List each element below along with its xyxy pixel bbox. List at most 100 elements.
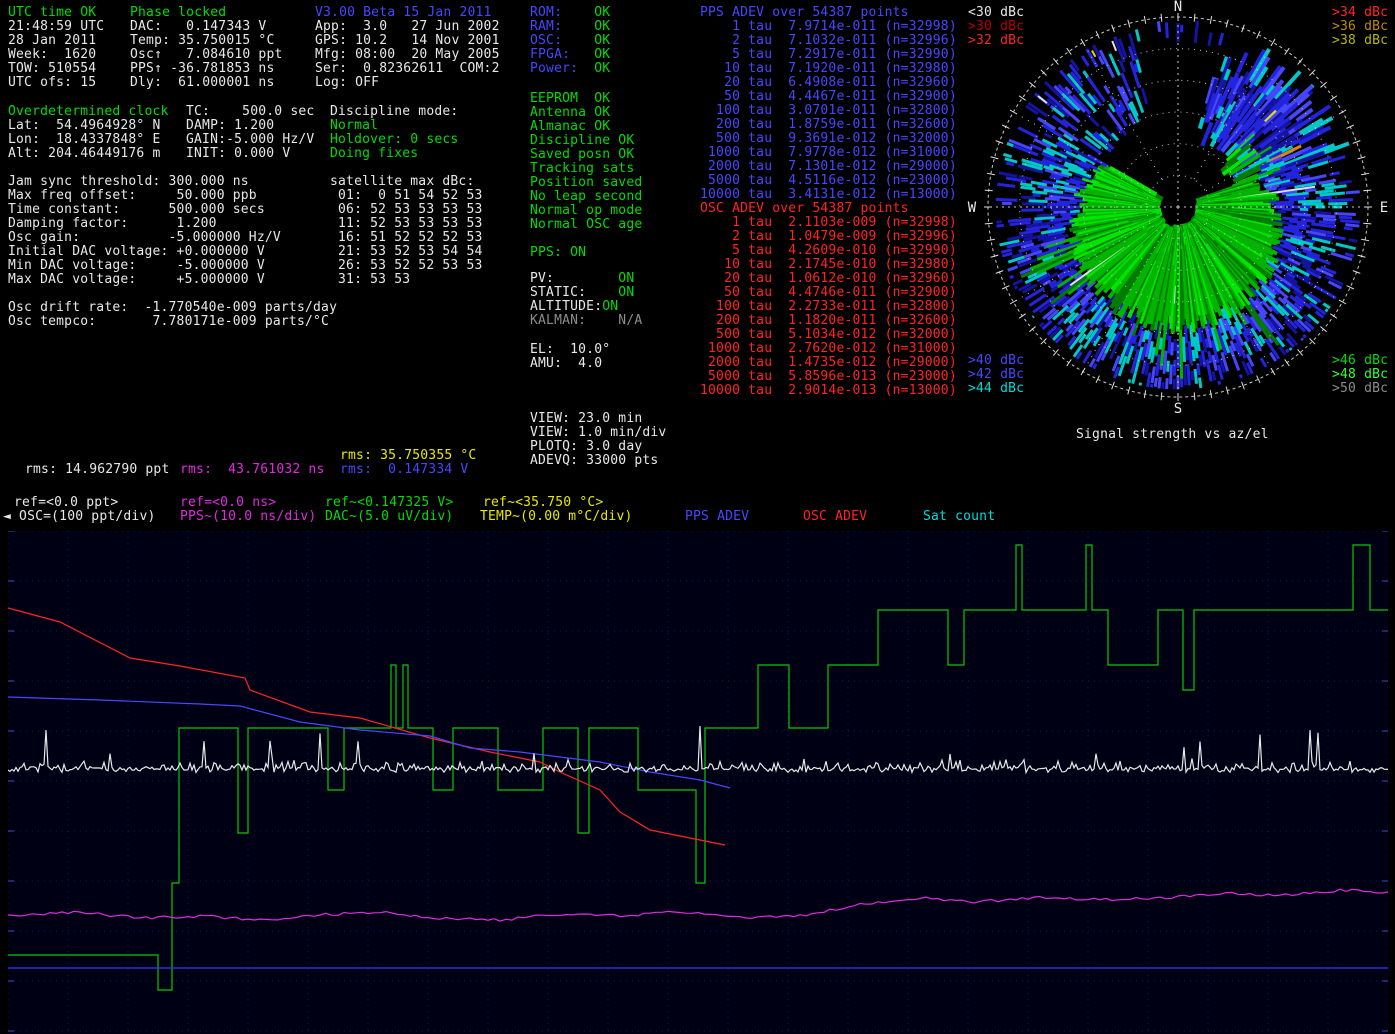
clock-position: Overdetermined clockLat: 54.4964928° NLo…: [8, 105, 169, 161]
pps-adev-table-text: 10000 tau 3.4131e-012 (n=13000): [700, 187, 957, 202]
polar-mark: [1187, 347, 1188, 360]
polar-mark: [1019, 96, 1026, 101]
oscillator-params-text: Initial DAC voltage: +0.000000 V: [8, 244, 265, 259]
polar-mark: [1140, 383, 1141, 386]
ref-temp-text: ref~<35.750 °C>: [483, 495, 603, 510]
osc-adev-table-text: 1 tau 2.1103e-009 (n=32998): [700, 215, 957, 230]
osc-adev-table-text: 5 tau 4.2609e-010 (n=32990): [700, 243, 957, 258]
polar-mark: [1195, 369, 1197, 384]
osc-adev-table-text: 2000 tau 1.4735e-012 (n=29000): [700, 355, 957, 370]
oscillator-params-text: Min DAC voltage: -5.000000 V: [8, 258, 265, 273]
utc-status-text: UTC ofs: 15: [8, 75, 96, 90]
ref-osc: ref=<0.0 ppt>: [14, 496, 118, 510]
polar-mark: [1320, 193, 1345, 195]
pps-status: PPS: ON: [530, 246, 586, 260]
utc-status-text: 28 Jan 2011: [8, 33, 96, 48]
polar-mark: [1133, 372, 1136, 383]
polar-mark: [987, 173, 995, 174]
oscillator-params: Jam sync threshold: 300.000 nsMax freq o…: [8, 175, 281, 287]
osc-adev-table-text: 2 tau 1.0479e-009 (n=32996): [700, 229, 957, 244]
polar-mark: [1087, 114, 1099, 126]
polar-mark: [1347, 286, 1354, 289]
polar-mark: [1161, 392, 1162, 400]
polar-mark: [1210, 16, 1211, 24]
polar-mark: [1029, 201, 1048, 202]
oscillator-status-text: DAC: 0.147343 V: [130, 19, 266, 34]
polar-mark: [1206, 339, 1208, 348]
satellite-max-dbc-text: 26: 53 52 52 53 53: [330, 258, 483, 273]
polar-mark: [1345, 225, 1359, 226]
self-test-status-text: ROM:: [530, 5, 594, 20]
polar-mark: [1298, 201, 1321, 202]
loop-constants-text: TC: 500.0 sec: [186, 104, 314, 119]
self-test-status: ROM: OKRAM: OKOSC: OKFPGA: OKPower: OK: [530, 6, 610, 76]
polar-mark: [1188, 364, 1189, 385]
polar-mark: [1058, 318, 1064, 324]
polar-mark: [1169, 336, 1170, 354]
satellite-max-dbc-text: 06: 52 53 53 53 53: [330, 202, 483, 217]
pps-adev-table-text: 5000 tau 4.5116e-012 (n=23000): [700, 173, 957, 188]
rms-pps-text: rms: 43.761032 ns: [180, 462, 324, 477]
polar-mark: [1067, 359, 1072, 366]
osc-adev-table-text: 5000 tau 5.8596e-013 (n=23000): [700, 369, 957, 384]
polar-mark: [1219, 381, 1220, 385]
receiver-modes-text: ON: [618, 271, 634, 286]
plot-history-chart[interactable]: [8, 531, 1388, 1034]
satellite-max-dbc-text: satellite max dBc:: [330, 174, 474, 189]
polar-mark: [997, 184, 1015, 186]
polar-mark: [985, 190, 993, 191]
polar-mark: [1345, 254, 1354, 256]
ref-dac: ref~<0.147325 V>: [325, 496, 453, 510]
polar-mark: [1021, 197, 1035, 198]
receiver-health-text: Tracking sats: [530, 161, 634, 176]
osc-adev-table-text: 100 tau 2.2733e-011 (n=32800): [700, 299, 957, 314]
dbc-legend-top-left: <30 dBc>30 dBc>32 dBc: [968, 6, 1024, 48]
polar-mark: [1007, 143, 1013, 145]
polar-mark: [1213, 371, 1215, 380]
polar-mark: [1185, 326, 1186, 344]
pps-adev-table-text: 10 tau 7.1920e-011 (n=32980): [700, 61, 957, 76]
satellite-max-dbc-text: 31: 53 53: [330, 272, 410, 287]
polar-mark: [1361, 239, 1369, 240]
polar-mark: [1163, 382, 1164, 389]
polar-mark: [1330, 173, 1340, 175]
version-info-text: Log: OFF: [315, 75, 379, 90]
polar-mark: [1045, 134, 1052, 138]
polar-mark: [1282, 218, 1297, 220]
polar-mark: [1053, 58, 1058, 64]
scale-dac-text: DAC~(5.0 uV/div): [325, 509, 453, 524]
polar-mark: [1298, 58, 1303, 64]
polar-mark: [1330, 314, 1337, 319]
receiver-health-text: EEPROM OK: [530, 91, 610, 106]
compass-label-e: E: [1380, 200, 1388, 216]
scale-osc-text: ◄ OSC=(100 ppt/div): [3, 509, 156, 524]
polar-mark: [1316, 216, 1336, 217]
compass-label-s: S: [1174, 401, 1182, 417]
osc-adev-table-text: 200 tau 1.1820e-011 (n=32600): [700, 313, 957, 328]
osc-adev-table: OSC ADEV over 54387 points 1 tau 2.1103e…: [700, 202, 957, 398]
polar-mark: [1081, 368, 1085, 375]
polar-mark: [1301, 338, 1302, 339]
polar-mark: [1096, 31, 1099, 38]
polar-mark: [1148, 372, 1150, 386]
polar-mark: [997, 225, 1004, 226]
pps-adev-table-text: 50 tau 4.4467e-011 (n=32900): [700, 89, 957, 104]
oscillator-status-text: Temp: 35.750015 °C: [130, 33, 274, 48]
polar-mark: [1033, 221, 1042, 222]
polar-mark: [1339, 110, 1346, 114]
self-test-status-text: RAM:: [530, 19, 594, 34]
scale-temp: TEMP~(0.00 m°C/div): [480, 510, 633, 524]
drift-tempco-text: Osc drift rate: -1.770540e-009 parts/day: [8, 300, 337, 315]
dbc-legend-top-right-text: >34 dBc: [1332, 5, 1388, 20]
polar-mark: [1185, 365, 1186, 385]
view-settings-text: ADEVQ: 33000 pts: [530, 453, 658, 468]
osc-adev-table-text: 50 tau 4.4746e-011 (n=32900): [700, 285, 957, 300]
polar-mark: [1193, 350, 1194, 361]
discipline-mode-text: Discipline mode:: [330, 104, 458, 119]
scale-pps: PPS~(10.0 ns/div): [180, 510, 316, 524]
polar-mark: [1060, 213, 1076, 214]
polar-mark: [1112, 382, 1115, 390]
polar-mark: [1289, 199, 1306, 200]
receiver-modes-text: ALTITUDE:: [530, 299, 602, 314]
polar-mark: [1323, 304, 1330, 308]
